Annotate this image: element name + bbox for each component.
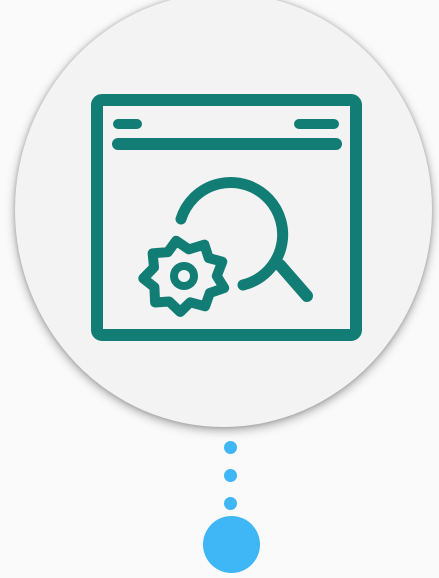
connector-endpoint	[203, 516, 260, 573]
gear-icon	[138, 235, 230, 317]
connector-dot	[224, 441, 237, 454]
magnifier-icon	[175, 177, 313, 302]
illustration-stage	[0, 0, 439, 578]
window-frame-icon	[91, 94, 362, 341]
connector-dot	[224, 497, 237, 510]
connector-dot	[224, 469, 237, 482]
browser-window-search-settings-icon	[91, 94, 362, 341]
